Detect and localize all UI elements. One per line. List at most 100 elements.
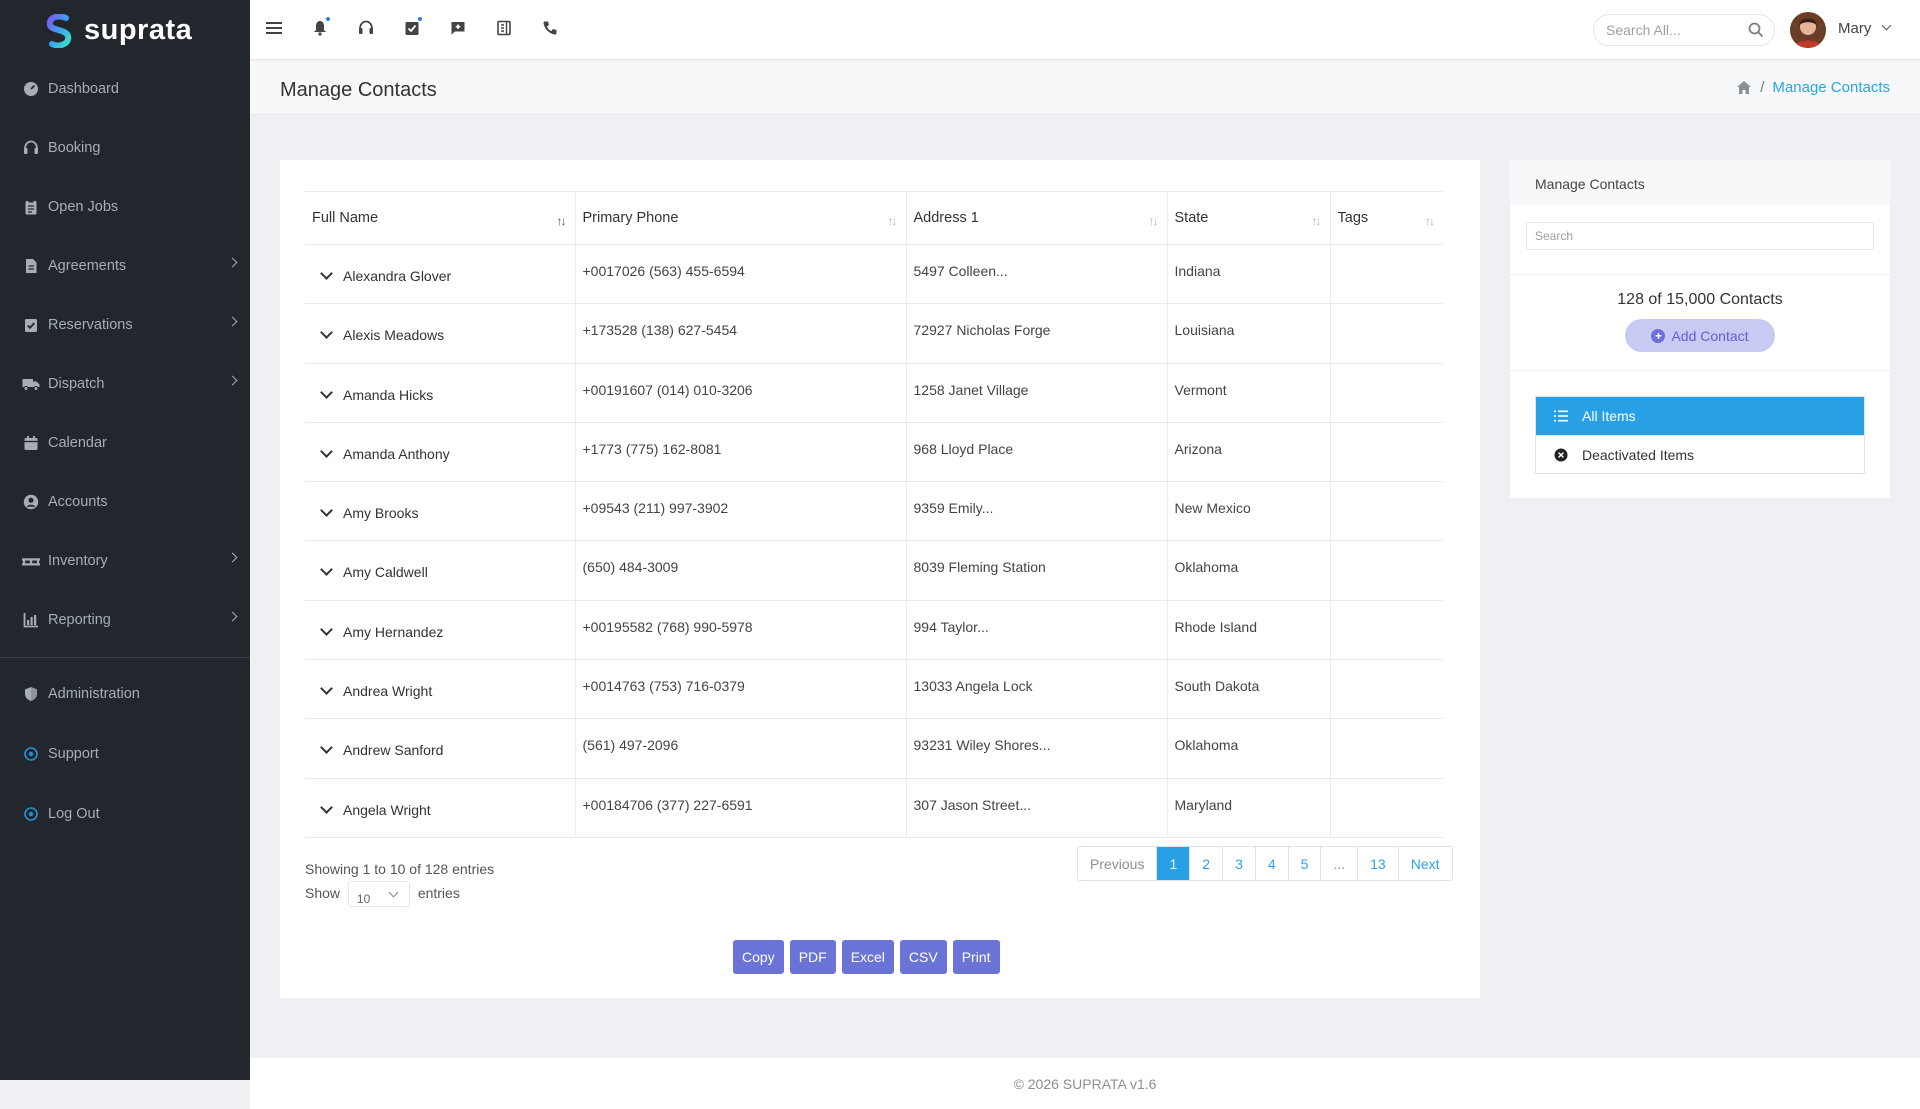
- contact-name[interactable]: Andrea Wright: [343, 683, 432, 699]
- phone-icon[interactable]: [540, 18, 560, 38]
- cell-primary-phone: +0017026 (563) 455-6594: [574, 244, 906, 305]
- sort-icon[interactable]: ↑↓: [1425, 214, 1435, 228]
- table-row[interactable]: Amy Brooks +09543 (211) 997-3902 9359 Emil…: [305, 481, 1443, 542]
- expand-row-icon[interactable]: [312, 799, 340, 821]
- side-panel-search-input[interactable]: [1535, 229, 1855, 243]
- side-panel-search[interactable]: [1526, 222, 1874, 250]
- search-icon[interactable]: [1748, 22, 1764, 38]
- cell-address: 13033 Angela Lock: [905, 659, 1167, 720]
- task-check-icon[interactable]: [402, 16, 423, 38]
- pagination-page-5[interactable]: 5: [1287, 847, 1321, 880]
- sort-icon[interactable]: ↑↓: [888, 214, 898, 228]
- hamburger-menu-icon[interactable]: [264, 18, 284, 38]
- expand-row-icon[interactable]: [312, 324, 340, 346]
- contact-name[interactable]: Alexis Meadows: [343, 327, 444, 343]
- show-label: Show: [305, 885, 341, 901]
- excel-button[interactable]: Excel: [841, 940, 894, 974]
- notification-bell-icon[interactable]: [310, 16, 331, 38]
- pagination-page-13[interactable]: 13: [1357, 847, 1398, 880]
- csv-button[interactable]: CSV: [899, 940, 947, 974]
- pdf-button[interactable]: PDF: [789, 940, 836, 974]
- table-row[interactable]: Alexis Meadows +173528 (138) 627-5454 7292…: [305, 303, 1443, 364]
- contact-name[interactable]: Alexandra Glover: [343, 268, 451, 284]
- filter-all-items[interactable]: All Items: [1536, 397, 1864, 435]
- pallet-icon: [22, 552, 40, 570]
- ledger-icon[interactable]: [494, 18, 514, 38]
- add-contact-button[interactable]: + Add Contact: [1625, 319, 1775, 352]
- table-row[interactable]: Angela Wright +00184706 (377) 227-6591 307…: [305, 778, 1443, 838]
- column-header-address[interactable]: Address 1 ↑↓: [905, 191, 1167, 245]
- table-row[interactable]: Amy Caldwell (650) 484-3009 8039 Fleming S…: [305, 540, 1443, 601]
- sort-icon[interactable]: ↑↓: [1312, 214, 1322, 228]
- expand-row-icon[interactable]: [312, 739, 340, 761]
- contact-name[interactable]: Amanda Anthony: [343, 446, 450, 462]
- sort-asc-icon[interactable]: ↑↓: [557, 214, 567, 228]
- table-row[interactable]: Amanda Hicks +00191607 (014) 010-3206 1258…: [305, 363, 1443, 423]
- page-size-select[interactable]: 10: [347, 881, 410, 908]
- headset-icon[interactable]: [356, 18, 376, 38]
- column-header-full-name[interactable]: Full Name ↑↓: [305, 191, 575, 245]
- user-avatar[interactable]: [1790, 12, 1826, 48]
- expand-row-icon[interactable]: [312, 265, 340, 287]
- global-search[interactable]: [1593, 14, 1775, 46]
- expand-row-icon[interactable]: [312, 384, 340, 406]
- sidebar-item-dashboard[interactable]: Dashboard: [0, 69, 250, 109]
- contact-name[interactable]: Angela Wright: [343, 802, 431, 818]
- sidebar-item-label: Accounts: [48, 494, 108, 510]
- expand-row-icon[interactable]: [312, 561, 340, 583]
- sidebar-item-reservations[interactable]: Reservations: [0, 305, 250, 345]
- column-header-state[interactable]: State ↑↓: [1166, 191, 1330, 245]
- copy-button[interactable]: Copy: [733, 940, 784, 974]
- pagination-previous[interactable]: Previous: [1078, 847, 1156, 880]
- pagination-ellipsis: ...: [1320, 847, 1357, 880]
- sidebar-item-inventory[interactable]: Inventory: [0, 541, 250, 581]
- pagination-next[interactable]: Next: [1397, 847, 1452, 880]
- pagination-page-2[interactable]: 2: [1189, 847, 1222, 880]
- filter-deactivated-items[interactable]: Deactivated Items: [1536, 435, 1864, 473]
- sidebar-item-reporting[interactable]: Reporting: [0, 600, 250, 640]
- print-button[interactable]: Print: [952, 940, 1000, 974]
- column-header-primary-phone[interactable]: Primary Phone ↑↓: [574, 191, 906, 245]
- filter-label: Deactivated Items: [1582, 446, 1695, 463]
- sort-icon[interactable]: ↑↓: [1149, 214, 1159, 228]
- expand-row-icon[interactable]: [312, 621, 340, 643]
- expand-row-icon[interactable]: [312, 680, 340, 702]
- expand-row-icon[interactable]: [312, 502, 340, 524]
- dashboard-icon: [22, 80, 40, 98]
- user-name[interactable]: Mary: [1838, 20, 1871, 37]
- contact-name[interactable]: Amy Hernandez: [343, 624, 443, 640]
- cell-primary-phone: +00191607 (014) 010-3206: [574, 363, 906, 423]
- global-search-input[interactable]: [1606, 22, 1736, 38]
- column-header-tags[interactable]: Tags ↑↓: [1329, 191, 1443, 245]
- contact-name[interactable]: Amy Brooks: [343, 505, 418, 521]
- sidebar-item-agreements[interactable]: Agreements: [0, 246, 250, 286]
- sidebar-item-booking[interactable]: Booking: [0, 128, 250, 168]
- sidebar-item-administration[interactable]: Administration: [0, 674, 250, 714]
- sidebar-item-support[interactable]: Support: [0, 734, 250, 774]
- pagination-page-3[interactable]: 3: [1222, 847, 1255, 880]
- contact-name[interactable]: Amanda Hicks: [343, 387, 433, 403]
- table-row[interactable]: Alexandra Glover +0017026 (563) 455-6594 5…: [305, 244, 1443, 305]
- sidebar-item-log-out[interactable]: Log Out: [0, 794, 250, 834]
- sidebar-item-open-jobs[interactable]: Open Jobs: [0, 187, 250, 227]
- home-icon[interactable]: [1736, 80, 1752, 95]
- chat-plus-icon[interactable]: [448, 18, 468, 38]
- contact-name[interactable]: Amy Caldwell: [343, 564, 428, 580]
- expand-row-icon[interactable]: [312, 443, 340, 465]
- cell-state: Vermont: [1166, 363, 1330, 423]
- chevron-down-icon[interactable]: [1881, 20, 1892, 31]
- column-label: Primary Phone: [582, 210, 679, 226]
- contact-name[interactable]: Andrew Sanford: [343, 742, 443, 758]
- table-row[interactable]: Andrea Wright +0014763 (753) 716-0379 1303…: [305, 659, 1443, 720]
- table-row[interactable]: Andrew Sanford (561) 497-2096 93231 Wiley …: [305, 718, 1443, 779]
- sidebar-item-dispatch[interactable]: Dispatch: [0, 364, 250, 404]
- brand-logo[interactable]: suprata: [0, 0, 250, 61]
- sidebar-item-calendar[interactable]: Calendar: [0, 423, 250, 463]
- sidebar-item-label: Inventory: [48, 553, 108, 569]
- sidebar-item-accounts[interactable]: Accounts: [0, 482, 250, 522]
- breadcrumb-current[interactable]: Manage Contacts: [1772, 79, 1890, 96]
- table-row[interactable]: Amanda Anthony +1773 (775) 162-8081 968 Ll…: [305, 422, 1443, 483]
- pagination-page-4[interactable]: 4: [1254, 847, 1288, 880]
- table-row[interactable]: Amy Hernandez +00195582 (768) 990-5978 994…: [305, 600, 1443, 661]
- pagination-page-1[interactable]: 1: [1156, 847, 1190, 880]
